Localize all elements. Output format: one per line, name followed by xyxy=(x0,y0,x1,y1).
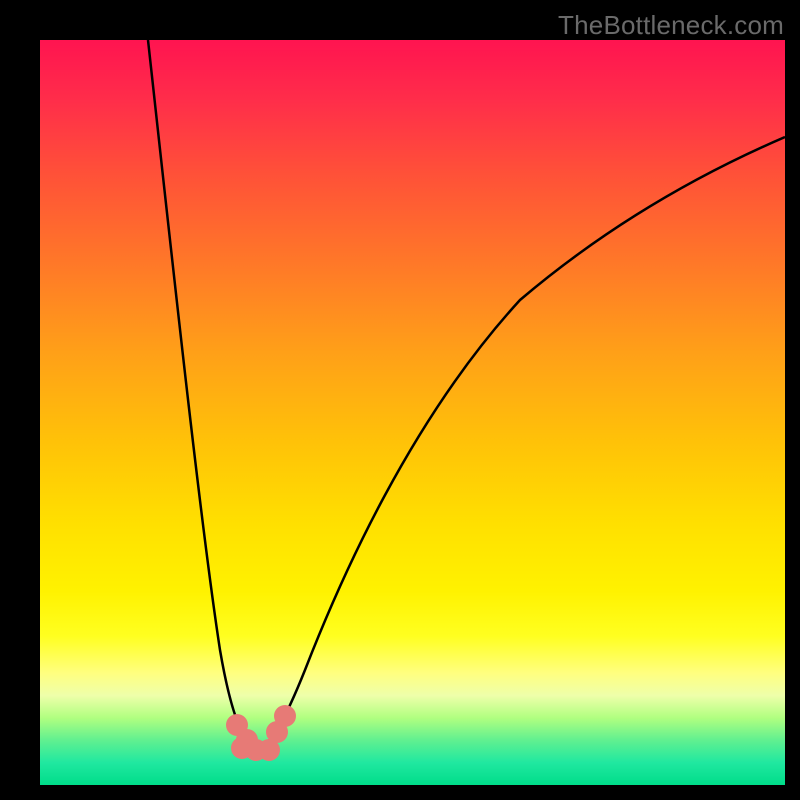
chart-area xyxy=(40,40,785,785)
marker-dot xyxy=(274,705,296,727)
left-curve-path xyxy=(148,40,258,747)
curve-overlay xyxy=(40,40,785,785)
watermark-text: TheBottleneck.com xyxy=(558,10,784,41)
right-curve-path xyxy=(258,137,785,747)
